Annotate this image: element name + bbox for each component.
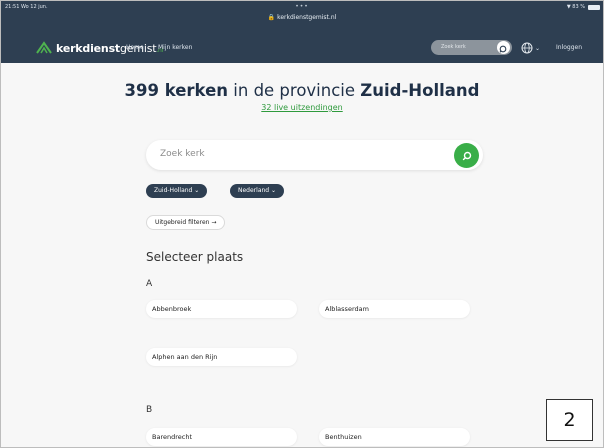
battery-status: ▼ 83 %: [566, 4, 585, 10]
main-content: 399 kerken in de provincie Zuid-Holland …: [1, 63, 603, 447]
country-filter-chip[interactable]: Nederland ⌄: [230, 184, 285, 198]
title-middle: in de provincie: [228, 81, 361, 100]
logo-icon: [36, 41, 52, 54]
header-search-field[interactable]: Zoek kerk: [431, 40, 512, 55]
search-button[interactable]: [454, 143, 479, 168]
church-count: 399 kerken: [124, 81, 229, 100]
search-icon: [462, 151, 471, 160]
place-item-alblasserdam[interactable]: Alblasserdam: [319, 300, 470, 318]
church-search-placeholder: Zoek kerk: [160, 149, 205, 159]
province-name: Zuid-Holland: [360, 81, 480, 100]
header-search-button[interactable]: [497, 41, 510, 54]
logo-text-bold: kerkdien: [56, 41, 109, 55]
letter-heading-b: B: [146, 405, 153, 415]
search-icon: [499, 45, 507, 53]
tab-dots[interactable]: •••: [1, 3, 603, 10]
province-filter-chip[interactable]: Zuid-Holland ⌄: [146, 184, 208, 198]
site-header: kerkdienstgemist.nl Home Mijn kerken Zoe…: [1, 33, 603, 63]
browser-frame: 21:51 Wo 12 jun. ••• 🔒 kerkdienstgemist.…: [0, 0, 604, 448]
chevron-down-icon[interactable]: ⌄: [535, 45, 540, 52]
nav-home-link[interactable]: Home: [126, 44, 144, 51]
live-broadcasts-link[interactable]: 32 live uitzendingen: [1, 103, 603, 112]
place-item-barendrecht[interactable]: Barendrecht: [146, 428, 297, 446]
place-item-benthuizen[interactable]: Benthuizen: [319, 428, 470, 446]
place-item-abbenbroek[interactable]: Abbenbroek: [146, 300, 297, 318]
logo-text-bold-2: st: [108, 41, 121, 55]
globe-icon[interactable]: [521, 42, 533, 54]
church-search-input[interactable]: Zoek kerk: [146, 140, 483, 170]
letter-heading-a: A: [146, 279, 153, 289]
url-bar[interactable]: 🔒 kerkdienstgemist.nl: [1, 14, 603, 21]
header-search-placeholder: Zoek kerk: [441, 44, 466, 50]
status-bar: 21:51 Wo 12 jun. ••• 🔒 kerkdienstgemist.…: [1, 1, 603, 33]
advanced-filter-button[interactable]: Uitgebreid filteren →: [146, 215, 226, 230]
page-title: 399 kerken in de provincie Zuid-Holland: [1, 81, 603, 100]
select-place-heading: Selecteer plaats: [146, 250, 244, 264]
nav-my-churches-link[interactable]: Mijn kerken: [158, 44, 192, 51]
login-link[interactable]: Inloggen: [556, 44, 582, 51]
page-number-badge: 2: [546, 399, 593, 441]
place-item-alphen-aan-den-rijn[interactable]: Alphen aan den Rijn: [146, 348, 297, 366]
battery-icon: [588, 5, 600, 10]
